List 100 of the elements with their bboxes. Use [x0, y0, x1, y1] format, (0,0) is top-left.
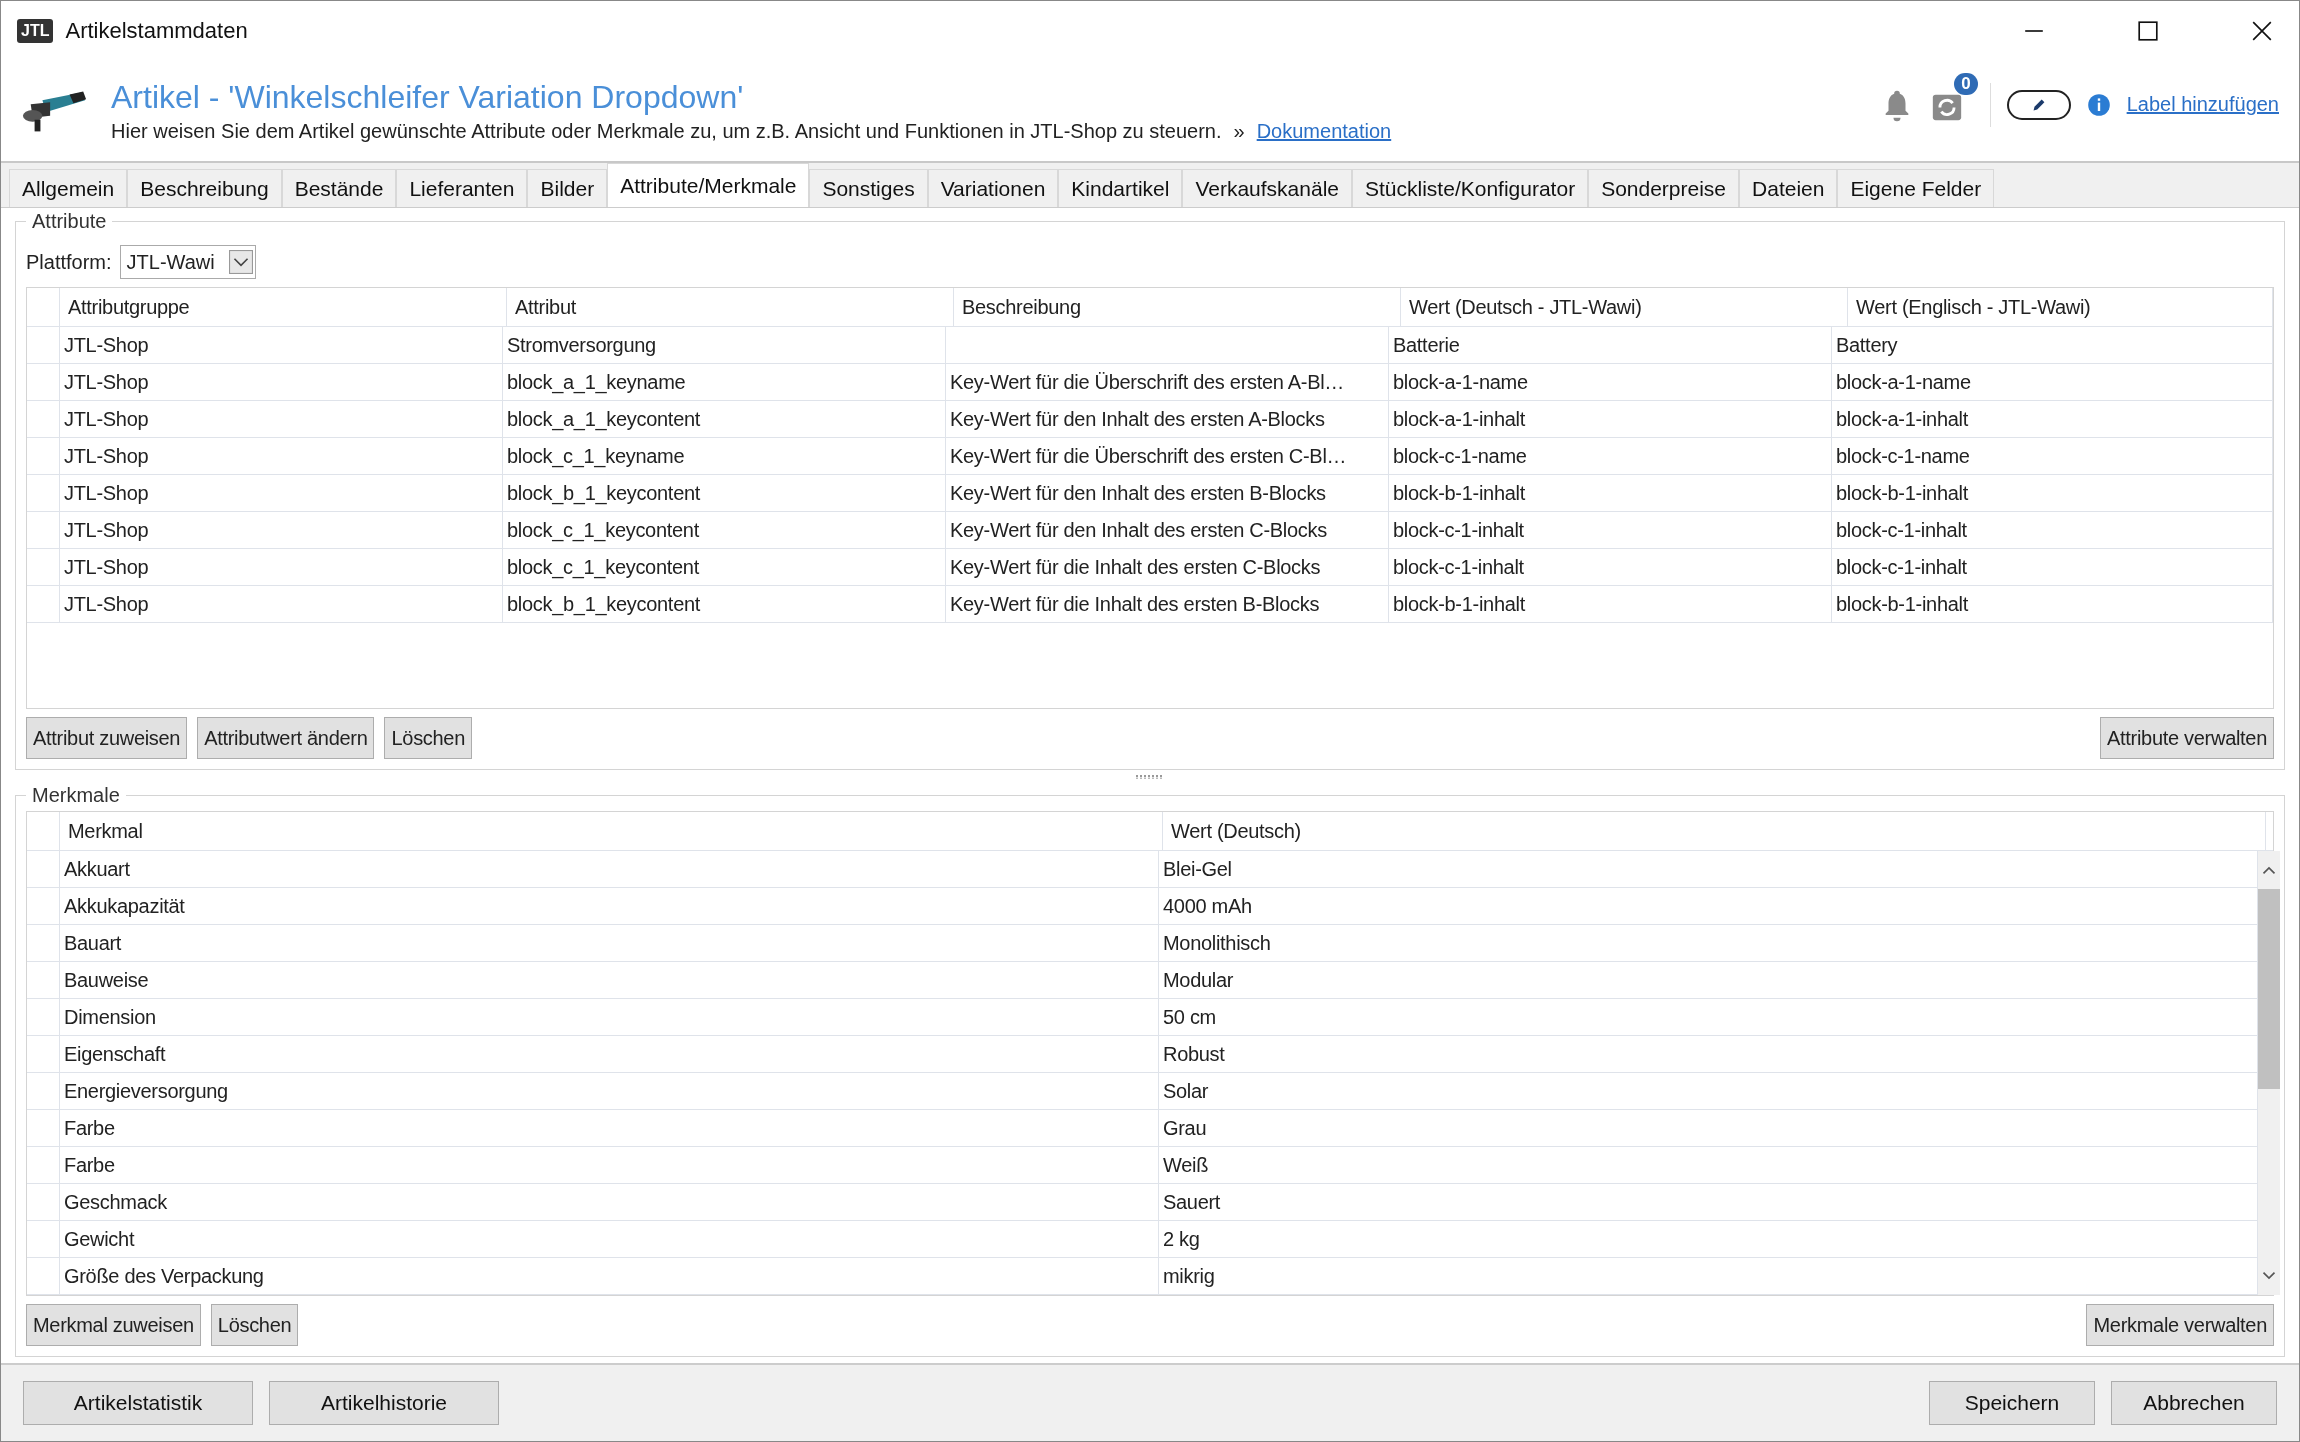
table-cell: block_b_1_keycontent: [503, 475, 946, 511]
table-cell: block_a_1_keyname: [503, 364, 946, 400]
table-cell: Key-Wert für den Inhalt des ersten A-Blocks: [946, 401, 1389, 437]
table-cell: block-b-1-inhalt: [1389, 475, 1832, 511]
table-cell: Dimension: [60, 999, 1159, 1035]
table-cell: JTL-Shop: [60, 586, 503, 622]
edit-button[interactable]: [2006, 89, 2071, 120]
table-cell: block-a-1-inhalt: [1832, 401, 2273, 437]
table-cell: block-b-1-inhalt: [1389, 586, 1832, 622]
table-cell: block-c-1-name: [1832, 438, 2273, 474]
add-label-link[interactable]: Label hinzufügen: [2126, 93, 2279, 116]
column-header[interactable]: Wert (Deutsch): [1163, 812, 2266, 850]
column-header[interactable]: Attributgruppe: [60, 288, 507, 326]
table-cell: Bauart: [60, 925, 1159, 961]
table-cell: block-c-1-inhalt: [1832, 512, 2273, 548]
platform-dropdown[interactable]: JTL-Wawi: [119, 245, 256, 279]
manage-features-button[interactable]: Merkmale verwalten: [2086, 1304, 2274, 1346]
table-cell: JTL-Shop: [60, 438, 503, 474]
table-cell: Akkuart: [60, 851, 1159, 887]
table-cell: Key-Wert für die Inhalt des ersten C-Blocks: [946, 549, 1389, 585]
table-cell: Key-Wert für den Inhalt des ersten B-Blocks: [946, 475, 1389, 511]
tab[interactable]: Dateien: [1739, 169, 1838, 207]
maximize-icon[interactable]: [2137, 20, 2159, 42]
table-cell: Key-Wert für die Überschrift des ersten A-Bl…: [946, 364, 1389, 400]
sync-count-badge: 0: [1954, 73, 1978, 95]
action-button[interactable]: Attribut zuweisen: [26, 717, 188, 759]
tab[interactable]: Stückliste/Konfigurator: [1352, 169, 1589, 207]
tab[interactable]: Sonstiges: [809, 169, 928, 207]
splitter-grip[interactable]: [1136, 775, 1164, 779]
table-cell: block-a-1-name: [1832, 364, 2273, 400]
close-icon[interactable]: [2251, 20, 2273, 42]
article-title: Artikel - 'Winkelschleifer Variation Dropdown': [111, 79, 745, 116]
table-cell: block-c-1-inhalt: [1832, 549, 2273, 585]
column-header[interactable]: Merkmal: [60, 812, 1163, 850]
platform-label: Plattform:: [26, 250, 112, 274]
table-cell: Farbe: [60, 1110, 1159, 1146]
action-button[interactable]: Attributwert ändern: [197, 717, 375, 759]
action-button[interactable]: Löschen: [384, 717, 472, 759]
table-cell: block-c-1-inhalt: [1389, 549, 1832, 585]
table-cell: JTL-Shop: [60, 549, 503, 585]
table-cell: JTL-Shop: [60, 475, 503, 511]
tab[interactable]: Kindartikel: [1058, 169, 1183, 207]
tab[interactable]: Attribute/Merkmale: [607, 163, 810, 207]
table-cell: JTL-Shop: [60, 327, 503, 363]
footer-button[interactable]: Abbrechen: [2111, 1381, 2277, 1425]
table-cell: Energieversorgung: [60, 1073, 1159, 1109]
table-cell: Batterie: [1389, 327, 1832, 363]
tab[interactable]: Bilder: [527, 169, 608, 207]
column-header[interactable]: Beschreibung: [954, 288, 1401, 326]
tab[interactable]: Beschreibung: [127, 169, 282, 207]
table-cell: block-c-1-name: [1389, 438, 1832, 474]
description-text: Hier weisen Sie dem Artikel gewünschte Attribute oder Merkmale zu, um z.B. Ansicht und Funktionen in JTL-Shop zu steuern.: [111, 120, 1222, 143]
table-cell: Eigenschaft: [60, 1036, 1159, 1072]
table-cell: Key-Wert für die Inhalt des ersten B-Blocks: [946, 586, 1389, 622]
scrollbar[interactable]: [2258, 851, 2280, 1295]
table-cell: Farbe: [60, 1147, 1159, 1183]
group-label: Merkmale: [31, 784, 121, 807]
table-cell: JTL-Shop: [60, 401, 503, 437]
table-cell: Akkukapazität: [60, 888, 1159, 924]
tab[interactable]: Verkaufskanäle: [1182, 169, 1352, 207]
table-cell: block_a_1_keycontent: [503, 401, 946, 437]
tab[interactable]: Eigene Felder: [1837, 169, 1995, 207]
table-cell: JTL-Shop: [60, 512, 503, 548]
tab[interactable]: Lieferanten: [396, 169, 528, 207]
documentation-link[interactable]: Dokumentation: [1256, 120, 1392, 143]
table-cell: Stromversorgung: [503, 327, 946, 363]
table-cell: block_b_1_keycontent: [503, 586, 946, 622]
separator-mark: »: [1233, 120, 1245, 143]
table-cell: block-b-1-inhalt: [1832, 586, 2273, 622]
footer-button[interactable]: Artikelhistorie: [269, 1381, 499, 1425]
group-label: Attribute: [31, 210, 108, 233]
action-button[interactable]: Merkmal zuweisen: [26, 1304, 201, 1346]
footer-button[interactable]: Speichern: [1929, 1381, 2095, 1425]
table-cell: block_c_1_keycontent: [503, 512, 946, 548]
action-button[interactable]: Löschen: [210, 1304, 299, 1346]
table-cell: Battery: [1832, 327, 2273, 363]
column-header[interactable]: Attribut: [507, 288, 954, 326]
footer-button[interactable]: Artikelstatistik: [23, 1381, 253, 1425]
tab[interactable]: Allgemein: [9, 169, 128, 207]
table-cell: Key-Wert für die Überschrift des ersten C-Bl…: [946, 438, 1389, 474]
table-cell: Größe des Verpackung: [60, 1258, 1159, 1294]
column-header[interactable]: Wert (Deutsch - JTL-Wawi): [1401, 288, 1848, 326]
tab[interactable]: Variationen: [927, 169, 1059, 207]
table-cell: block-b-1-inhalt: [1832, 475, 2273, 511]
table-cell: block_c_1_keyname: [503, 438, 946, 474]
app-logo: JTL: [17, 19, 54, 43]
table-cell: block-c-1-inhalt: [1389, 512, 1832, 548]
table-cell: Bauweise: [60, 962, 1159, 998]
table-cell: JTL-Shop: [60, 364, 503, 400]
info-icon: [2086, 92, 2111, 117]
tab[interactable]: Sonderpreise: [1588, 169, 1740, 207]
table-cell: Geschmack: [60, 1184, 1159, 1220]
table-cell: block-a-1-inhalt: [1389, 401, 1832, 437]
manage-attributes-button[interactable]: Attribute verwalten: [2100, 717, 2274, 759]
table-cell: Key-Wert für den Inhalt des ersten C-Blocks: [946, 512, 1389, 548]
table-cell: block-a-1-name: [1389, 364, 1832, 400]
tab[interactable]: Bestände: [281, 169, 397, 207]
table-cell: block_c_1_keycontent: [503, 549, 946, 585]
column-header[interactable]: Wert (Englisch - JTL-Wawi): [1848, 288, 2273, 326]
window-title: Artikelstammdaten: [65, 18, 248, 44]
